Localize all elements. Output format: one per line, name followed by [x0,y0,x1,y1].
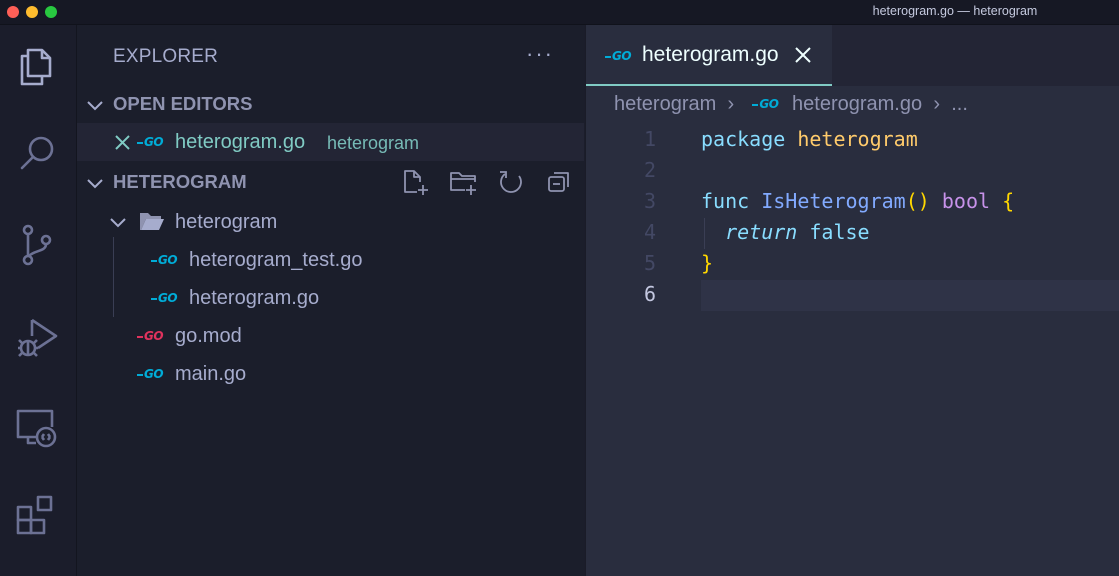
line-number: 2 [643,158,656,182]
collapse-all-icon[interactable] [545,168,573,196]
tree-item-label: heterogram [175,211,278,233]
open-editor-item[interactable]: GO heterogram.go heterogram [77,123,584,161]
code-line: 2 [586,156,1119,187]
chevron-right-icon: › [727,93,735,115]
line-number: 4 [643,220,656,244]
folder-open-icon [140,213,164,230]
open-editors-label: OPEN EDITORS [113,93,253,114]
source-control-icon[interactable] [14,222,60,268]
line-number: 6 [643,282,656,306]
open-editor-filename: heterogram.go [175,131,306,153]
editor-area: GO heterogram.go heterogram › GO heterog… [585,25,1119,576]
title-bar: heterogram.go — heterogram [0,0,1119,25]
code-token: package [701,127,786,151]
code-token: { [1002,189,1015,213]
line-number: 3 [643,189,656,213]
code-line: 3 func IsHeterogram() bool { [586,187,1119,218]
chevron-down-icon [87,101,103,111]
open-editor-folder: heterogram [327,133,420,153]
line-number: 1 [643,127,656,151]
remote-explorer-icon[interactable] [14,405,60,451]
tree-item-label: heterogram.go [189,287,320,309]
tree-item-file[interactable]: GO main.go [77,355,584,393]
breadcrumb: heterogram › GO heterogram.go › ... [614,93,968,116]
breadcrumb-folder[interactable]: heterogram [614,93,716,115]
run-debug-icon[interactable] [14,314,60,360]
go-file-icon: GO [150,291,178,305]
go-file-icon: GO [136,367,164,381]
code-token: func [701,189,750,213]
go-file-icon: GO [150,253,178,267]
new-folder-icon[interactable] [449,168,477,196]
tab-bar: GO heterogram.go [586,25,1119,86]
tree-item-label: go.mod [175,325,242,347]
tree-item-file[interactable]: GO heterogram.go [77,279,584,317]
breadcrumb-file[interactable]: heterogram.go [792,93,922,115]
code-line: 4 return false [586,218,1119,249]
explorer-sidebar: EXPLORER ··· OPEN EDITORS GO heterogram.… [77,25,584,576]
extensions-icon[interactable] [14,493,60,539]
maximize-window-button[interactable] [45,6,57,18]
activity-bar [0,25,77,576]
code-token: bool [941,189,991,213]
explorer-title: EXPLORER [113,46,219,67]
new-file-icon[interactable] [401,168,429,196]
code-token: return [725,220,798,244]
code-line: 1 package heterogram [586,125,1119,156]
refresh-icon[interactable] [497,168,525,196]
code-token: () [905,189,930,213]
chevron-right-icon: › [933,93,940,115]
tree-item-file[interactable]: GO go.mod [77,317,584,355]
more-actions-button[interactable]: ··· [526,41,554,67]
chevron-down-icon [87,179,103,189]
close-icon[interactable] [794,46,812,64]
workspace-label: HETEROGRAM [113,171,247,192]
minimize-window-button[interactable] [26,6,38,18]
files-icon[interactable] [14,42,60,88]
go-file-icon: GO [136,135,164,149]
line-number: 5 [643,251,656,275]
go-file-icon: GO [604,49,632,63]
tree-item-label: main.go [175,363,247,385]
open-editors-header[interactable]: OPEN EDITORS [77,87,584,121]
breadcrumb-symbol[interactable]: ... [951,93,968,115]
code-token: IsHeterogram [761,189,906,213]
code-token: false [809,220,870,244]
code-line: 5 } [586,249,1119,280]
tab-heterogram-go[interactable]: GO heterogram.go [586,25,832,86]
go-mod-icon: GO [136,329,164,343]
tree-item-folder[interactable]: heterogram [77,203,584,241]
tab-label: heterogram.go [642,43,779,66]
tree-item-file[interactable]: GO heterogram_test.go [77,241,584,279]
close-icon[interactable] [114,134,131,151]
tree-item-label: heterogram_test.go [189,249,363,271]
search-icon[interactable] [14,130,60,176]
window-title: heterogram.go — heterogram [872,4,1038,18]
close-window-button[interactable] [7,6,19,18]
chevron-down-icon [110,218,126,228]
code-token: } [701,251,714,275]
go-file-icon: GO [752,97,779,111]
code-token: heterogram [797,127,918,151]
code-line: 6 [586,280,1119,311]
